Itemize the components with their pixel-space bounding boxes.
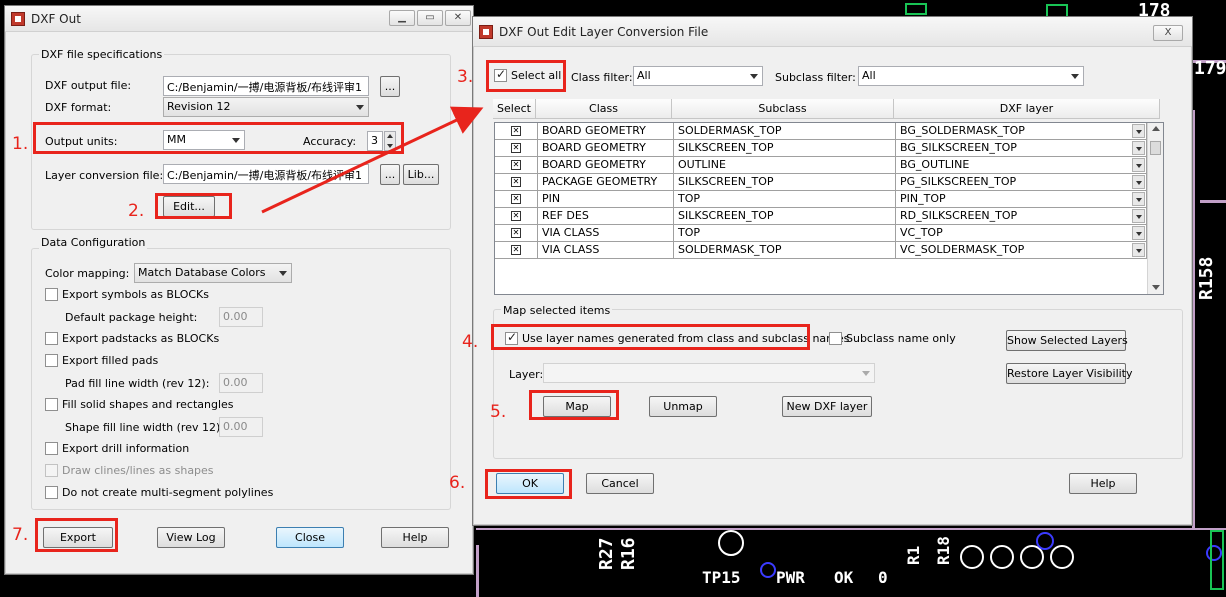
annotation-arrow: [261, 106, 484, 214]
arrow-line: [261, 106, 484, 214]
